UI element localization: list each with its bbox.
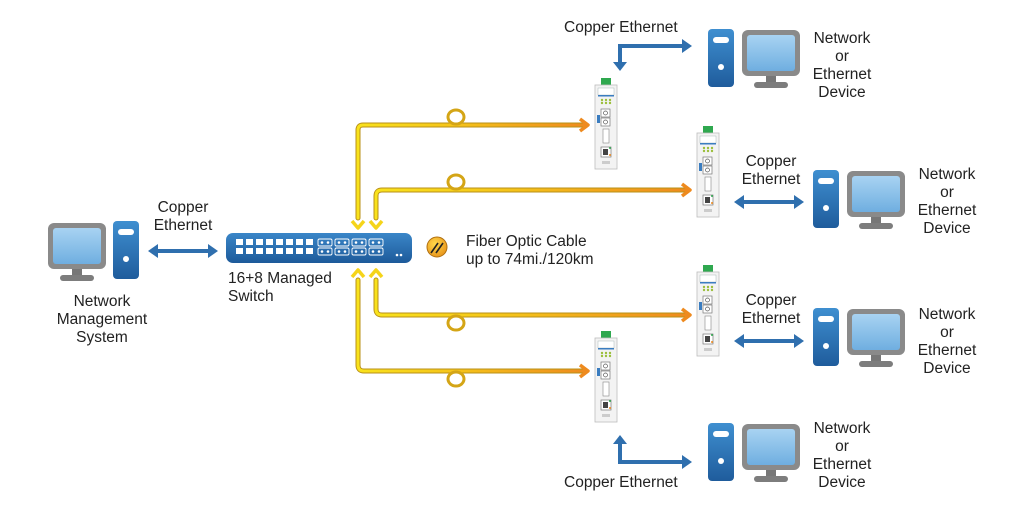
- label-line: Network: [73, 293, 131, 310]
- label-line: Ethernet: [741, 171, 801, 188]
- device-4-copper-link: [613, 435, 692, 469]
- device-1-copper-link: [613, 39, 692, 71]
- label-line: Switch: [228, 288, 274, 305]
- fiber-optic-cable-icon: [426, 236, 448, 258]
- copper-port: [306, 248, 313, 254]
- device-1-link-label: Copper Ethernet: [564, 19, 678, 36]
- device-3-label: Network or Ethernet Device: [912, 306, 982, 378]
- label-line: Ethernet: [917, 342, 977, 359]
- copper-port: [266, 239, 273, 245]
- device-4-link-label: Copper Ethernet: [564, 474, 678, 491]
- copper-port: [296, 239, 303, 245]
- media-converter-3: [696, 264, 720, 357]
- label-line: Device: [818, 474, 866, 491]
- label-line: Management: [56, 311, 148, 328]
- tower-pc-icon: [708, 423, 734, 481]
- monitor-icon: [742, 424, 800, 482]
- label-line: Device: [923, 220, 971, 237]
- label-line: Device: [923, 360, 971, 377]
- copper-port: [296, 248, 303, 254]
- nms-label: Network Management System: [52, 293, 152, 347]
- monitor-icon: [742, 30, 800, 88]
- legend-label: Fiber Optic Cable up to 74mi./120km: [466, 233, 594, 269]
- nms-link-label: Copper Ethernet: [147, 199, 219, 235]
- device-2-label: Network or Ethernet Device: [912, 166, 982, 238]
- copper-port: [266, 248, 273, 254]
- switch-label: 16+8 Managed Switch: [228, 270, 332, 306]
- network-management-system: [48, 221, 139, 281]
- label-line: Fiber Optic Cable: [466, 233, 587, 250]
- device-2-link-label: Copper Ethernet: [735, 153, 807, 189]
- media-converter-1: [594, 77, 618, 170]
- copper-port: [236, 239, 243, 245]
- tower-pc-icon: [813, 308, 839, 366]
- copper-port: [306, 239, 313, 245]
- managed-switch: [226, 233, 412, 263]
- label-line: Ethernet: [812, 456, 872, 473]
- label-line: Network: [813, 30, 871, 47]
- tower-pc-icon: [708, 29, 734, 87]
- copper-port: [236, 248, 243, 254]
- copper-port: [246, 248, 253, 254]
- tower-pc-icon: [113, 221, 139, 279]
- label-line: System: [76, 329, 128, 346]
- copper-port: [276, 248, 283, 254]
- label-line: Ethernet: [741, 310, 801, 327]
- label-line: or: [835, 438, 849, 455]
- ethernet-device-2: [813, 170, 905, 229]
- label-line: Copper: [745, 292, 797, 309]
- monitor-icon: [48, 223, 106, 281]
- label-line: Network: [918, 306, 976, 323]
- label-line: 16+8 Managed: [228, 270, 332, 287]
- copper-port: [276, 239, 283, 245]
- label-line: Copper: [157, 199, 209, 216]
- label-line: Device: [818, 84, 866, 101]
- label-line: Network: [918, 166, 976, 183]
- device-2-copper-link: [734, 195, 804, 209]
- label-line: Ethernet: [153, 217, 213, 234]
- copper-port: [256, 248, 263, 254]
- label-line: or: [835, 48, 849, 65]
- ethernet-device-1: [708, 29, 800, 88]
- label-line: Ethernet: [917, 202, 977, 219]
- copper-port: [256, 239, 263, 245]
- media-converter-2: [696, 125, 720, 218]
- label-line: or: [940, 324, 954, 341]
- label-line: Ethernet: [812, 66, 872, 83]
- label-line: Copper: [745, 153, 797, 170]
- ethernet-device-3: [813, 308, 905, 367]
- label-line: or: [940, 184, 954, 201]
- device-4-label: Network or Ethernet Device: [807, 420, 877, 492]
- tower-pc-icon: [813, 170, 839, 228]
- ethernet-device-4: [708, 423, 800, 482]
- label-line: up to 74mi./120km: [466, 251, 594, 268]
- device-3-copper-link: [734, 334, 804, 348]
- media-converter-4: [594, 330, 618, 423]
- monitor-icon: [847, 171, 905, 229]
- copper-port: [246, 239, 253, 245]
- nms-copper-link: [148, 244, 218, 258]
- label-line: Network: [813, 420, 871, 437]
- copper-port: [286, 239, 293, 245]
- device-1-label: Network or Ethernet Device: [807, 30, 877, 102]
- monitor-icon: [847, 309, 905, 367]
- device-3-link-label: Copper Ethernet: [735, 292, 807, 328]
- copper-port: [286, 248, 293, 254]
